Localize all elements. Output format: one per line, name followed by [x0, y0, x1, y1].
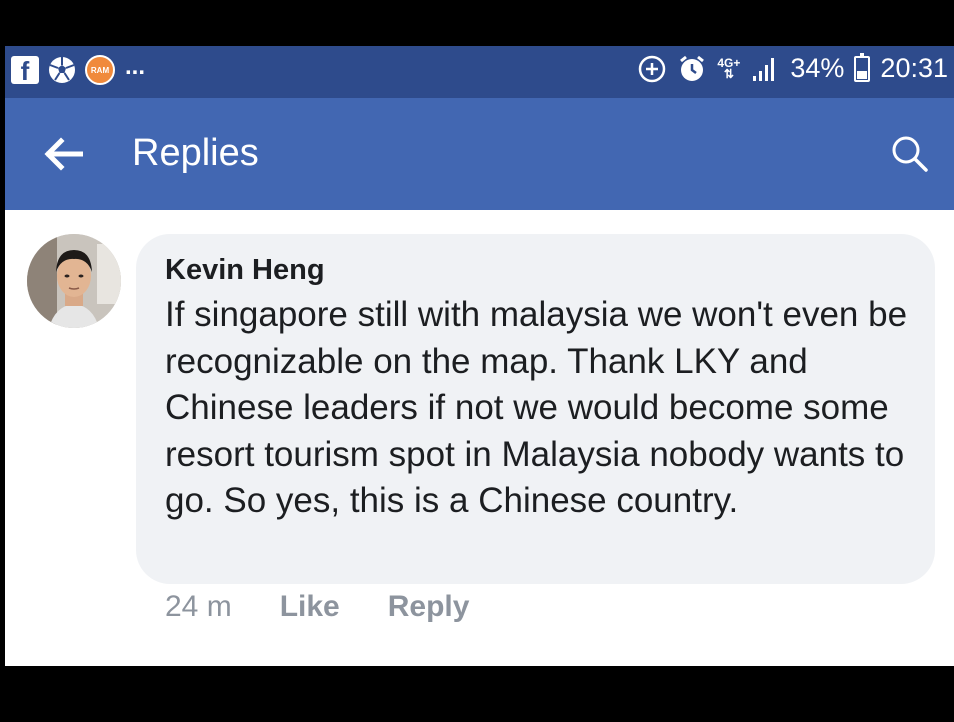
more-notifications-indicator: ... [125, 53, 146, 80]
phone-screen: f RAM ... 4G+ ⇅ 34% 20:31 Replies Kevin … [5, 46, 954, 666]
app-bar: Replies [5, 98, 954, 210]
comment-author[interactable]: Kevin Heng [165, 254, 325, 287]
search-icon[interactable] [890, 134, 930, 174]
avatar[interactable] [27, 234, 121, 328]
reply-button[interactable]: Reply [388, 590, 470, 624]
arrow-left-icon[interactable] [43, 136, 83, 172]
status-bar-right: 4G+ ⇅ 34% 20:31 [637, 52, 948, 84]
status-time: 20:31 [880, 53, 948, 83]
data-saver-icon [639, 55, 666, 82]
soccer-ball-icon [49, 57, 75, 83]
comment-bubble: Kevin Heng If singapore still with malay… [136, 234, 935, 584]
like-button[interactable]: Like [280, 590, 340, 624]
facebook-icon: f [11, 56, 39, 84]
status-bar: f RAM ... 4G+ ⇅ 34% 20:31 [5, 46, 954, 98]
comment-actions: 24 m Like Reply [165, 590, 517, 624]
battery-percent: 34% [790, 53, 845, 83]
battery-icon [854, 52, 871, 82]
comment-timestamp: 24 m [165, 590, 232, 623]
ram-icon: RAM [85, 55, 115, 85]
comment-text: If singapore still with malaysia we won'… [165, 295, 908, 520]
data-arrows-icon: ⇅ [723, 66, 734, 81]
alarm-icon [680, 55, 705, 81]
network-type: 4G+ ⇅ [717, 55, 741, 81]
page-title: Replies [132, 132, 259, 174]
status-bar-left: f RAM ... [11, 53, 146, 85]
signal-icon [753, 57, 775, 81]
battery-level [857, 71, 868, 79]
